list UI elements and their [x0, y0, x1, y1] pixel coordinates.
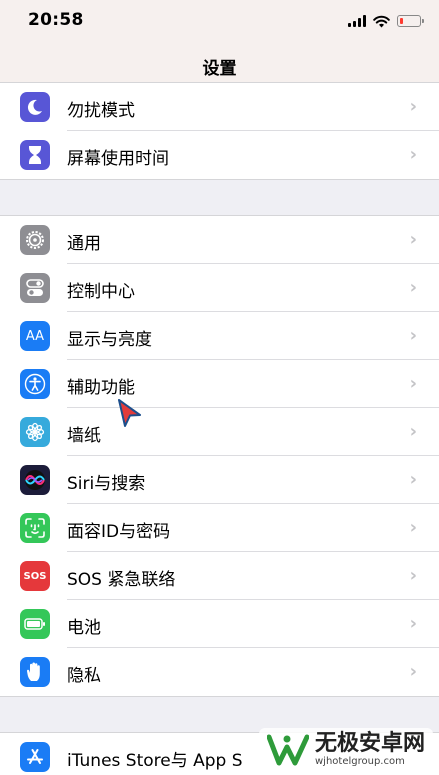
- status-bar: 20:58: [0, 0, 439, 44]
- chevron-right-icon: ›: [409, 469, 417, 490]
- settings-row-accessibility[interactable]: 辅助功能 ›: [0, 360, 439, 408]
- row-label: 电池: [67, 618, 101, 638]
- page-title: 设置: [202, 59, 237, 79]
- mouse-pointer-icon: [118, 399, 141, 427]
- watermark-url: wjhotelgroup.com: [314, 756, 405, 767]
- hourglass-icon: [20, 140, 50, 170]
- battery-level-fill: [399, 17, 403, 24]
- wifi-icon: [373, 15, 390, 27]
- battery-indicator-icon: [397, 15, 424, 27]
- row-label: 通用: [67, 234, 101, 254]
- row-label: Siri与搜索: [67, 474, 146, 494]
- chevron-right-icon: ›: [409, 325, 417, 346]
- flower-icon: [20, 417, 50, 447]
- chevron-right-icon: ›: [409, 517, 417, 538]
- chevron-right-icon: ›: [409, 96, 417, 117]
- chevron-right-icon: ›: [409, 613, 417, 634]
- settings-group-general: 通用 › 控制中心 › AA 显示与亮度 › 辅助功能 › 墙纸 › Siri与…: [0, 215, 439, 697]
- cellular-signal-icon: [348, 15, 366, 27]
- row-label: SOS 紧急联络: [67, 570, 176, 590]
- settings-row-battery[interactable]: 电池 ›: [0, 600, 439, 648]
- text-size-icon: AA: [20, 321, 50, 351]
- chevron-right-icon: ›: [409, 277, 417, 298]
- accessibility-icon: [20, 369, 50, 399]
- chevron-right-icon: ›: [409, 229, 417, 250]
- sos-icon: SOS: [20, 561, 50, 591]
- row-label: 勿扰模式: [67, 101, 135, 121]
- chevron-right-icon: ›: [409, 661, 417, 682]
- settings-row-control-center[interactable]: 控制中心 ›: [0, 264, 439, 312]
- app-store-icon: [20, 742, 50, 772]
- gear-icon: [20, 225, 50, 255]
- battery-icon: [20, 609, 50, 639]
- watermark-name: 无极安卓网: [314, 731, 425, 756]
- chevron-right-icon: ›: [409, 565, 417, 586]
- face-id-icon: [20, 513, 50, 543]
- row-label: 墙纸: [67, 426, 101, 446]
- text-size-glyph: AA: [25, 328, 45, 344]
- settings-row-screen-time[interactable]: 屏幕使用时间 ›: [0, 131, 439, 179]
- watermark-emblem-icon: [266, 734, 309, 765]
- hand-icon: [20, 657, 50, 687]
- status-time: 20:58: [28, 10, 84, 30]
- row-label: 显示与亮度: [67, 330, 152, 350]
- row-label: iTunes Store与 App S: [67, 751, 243, 771]
- moon-icon: [20, 92, 50, 122]
- row-label: 面容ID与密码: [67, 522, 171, 542]
- chevron-right-icon: ›: [409, 373, 417, 394]
- settings-row-display-brightness[interactable]: AA 显示与亮度 ›: [0, 312, 439, 360]
- settings-row-siri-search[interactable]: Siri与搜索 ›: [0, 456, 439, 504]
- toggles-icon: [20, 273, 50, 303]
- row-label: 辅助功能: [67, 378, 135, 398]
- row-label: 隐私: [67, 666, 101, 686]
- row-label: 控制中心: [67, 282, 135, 302]
- settings-row-privacy[interactable]: 隐私 ›: [0, 648, 439, 696]
- settings-row-general[interactable]: 通用 ›: [0, 216, 439, 264]
- chevron-right-icon: ›: [409, 421, 417, 442]
- settings-row-wallpaper[interactable]: 墙纸 ›: [0, 408, 439, 456]
- siri-icon: [20, 465, 50, 495]
- chevron-right-icon: ›: [409, 144, 417, 165]
- settings-row-face-id-passcode[interactable]: 面容ID与密码 ›: [0, 504, 439, 552]
- status-icons: [348, 12, 424, 30]
- settings-row-do-not-disturb[interactable]: 勿扰模式 ›: [0, 83, 439, 131]
- watermark-logo: 无极安卓网 wjhotelgroup.com: [258, 728, 433, 771]
- settings-row-emergency-sos[interactable]: SOS SOS 紧急联络 ›: [0, 552, 439, 600]
- settings-group-focus: 勿扰模式 › 屏幕使用时间 ›: [0, 82, 439, 180]
- sos-glyph: SOS: [23, 570, 47, 582]
- row-label: 屏幕使用时间: [67, 149, 169, 169]
